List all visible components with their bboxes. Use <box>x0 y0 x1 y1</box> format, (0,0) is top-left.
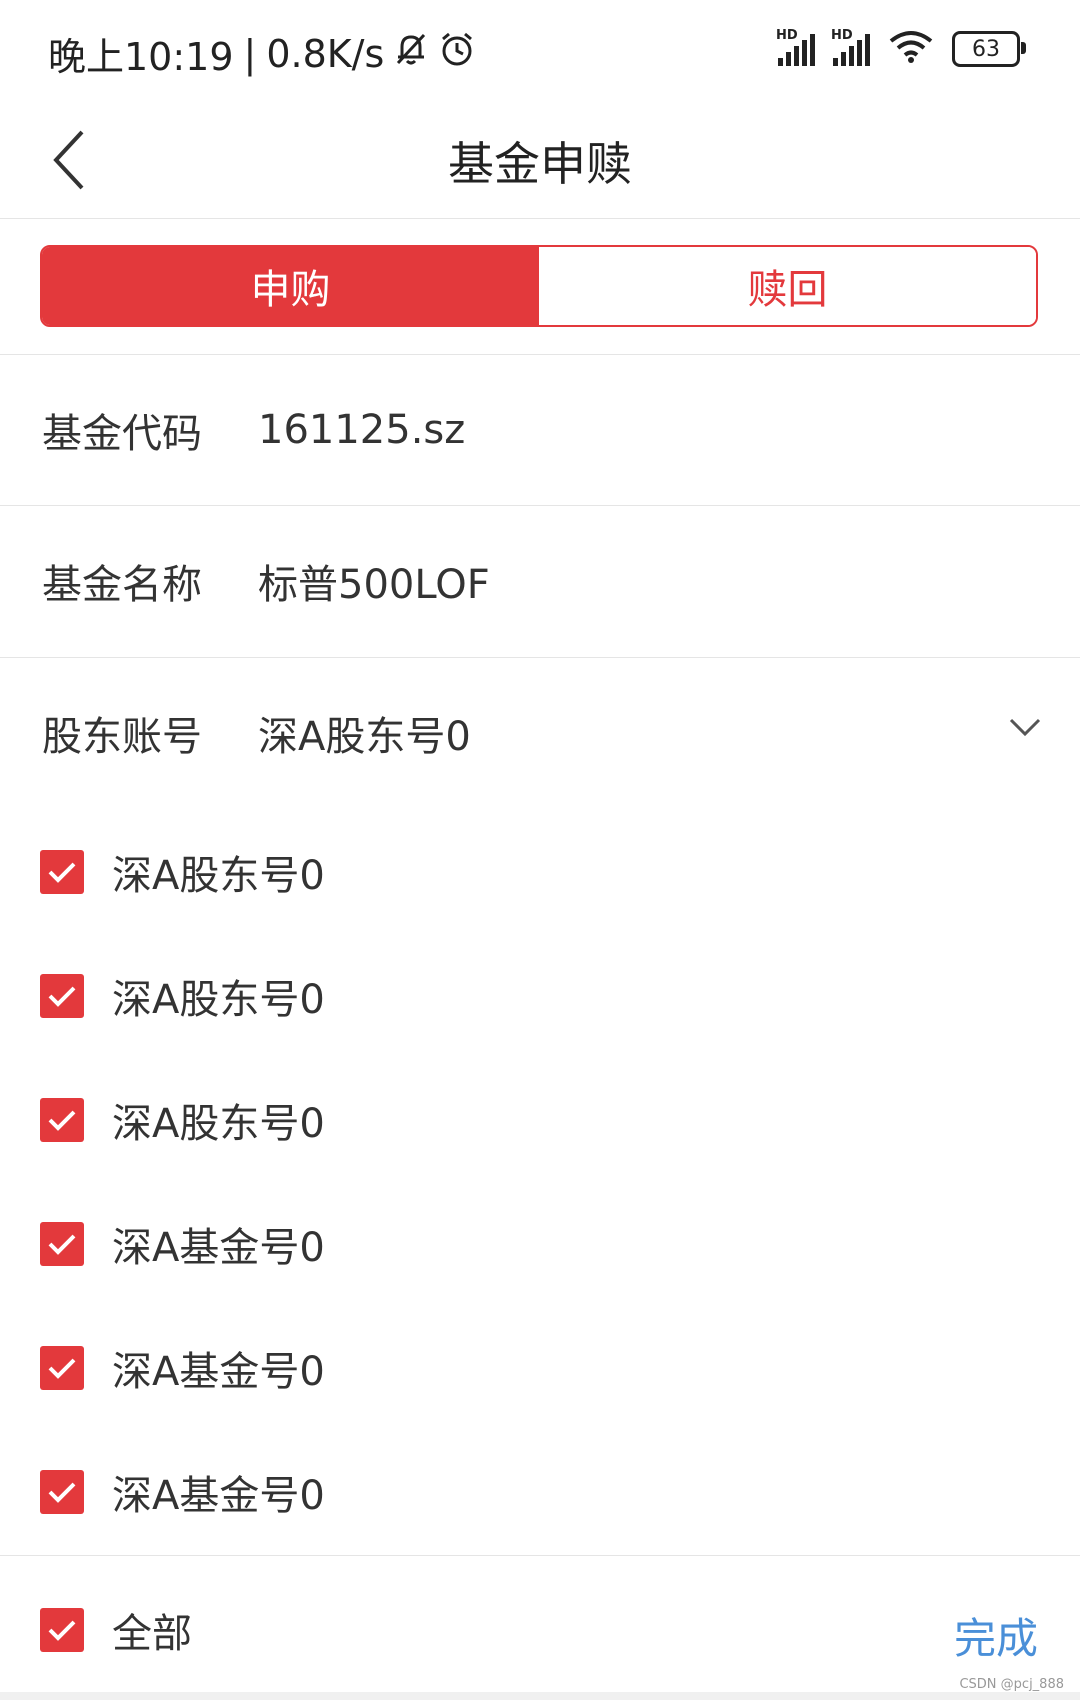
checkmark-icon <box>48 862 76 883</box>
battery-icon: 63 <box>952 31 1026 67</box>
status-bar: 晚上10:19 | 0.8K/s HD HD 63 <box>0 0 1080 100</box>
checkmark-icon <box>48 1620 76 1641</box>
fund-name-row: 基金名称 标普500LOF <box>0 506 1080 656</box>
fund-code-label: 基金代码 <box>42 411 202 457</box>
list-item[interactable]: 深A基金号0 <box>40 1462 325 1522</box>
wifi-icon <box>888 30 934 68</box>
checkbox[interactable] <box>40 850 84 894</box>
checkmark-icon <box>48 986 76 1007</box>
list-item[interactable]: 深A股东号0 <box>40 1090 325 1150</box>
signal-icon: HD <box>776 28 815 66</box>
status-separator: | <box>243 31 257 76</box>
chevron-down-icon[interactable] <box>1008 716 1042 738</box>
status-left: 晚上10:19 | 0.8K/s <box>48 26 476 81</box>
checkbox[interactable] <box>40 1470 84 1514</box>
signal-hd-label: HD <box>776 28 798 43</box>
select-all-label: 全部 <box>112 1611 192 1657</box>
tab-subscribe[interactable]: 申购 <box>42 247 539 325</box>
fund-code-row: 基金代码 161125.sz <box>0 355 1080 505</box>
checkbox[interactable] <box>40 1222 84 1266</box>
checkmark-icon <box>48 1358 76 1379</box>
select-all-checkbox[interactable] <box>40 1608 84 1652</box>
signal-hd-label: HD <box>831 28 853 43</box>
watermark: CSDN @pcj_888 <box>959 1677 1064 1692</box>
checkmark-icon <box>48 1110 76 1131</box>
list-item[interactable]: 深A股东号0 <box>40 966 325 1026</box>
checkmark-icon <box>48 1234 76 1255</box>
done-button[interactable]: 完成 <box>954 1605 1038 1666</box>
account-label: 股东账号 <box>42 714 202 760</box>
checkmark-icon <box>48 1482 76 1503</box>
fund-name-value: 标普500LOF <box>258 562 490 608</box>
checkbox[interactable] <box>40 1346 84 1390</box>
status-right: HD HD 63 <box>776 28 1026 68</box>
nav-bar: 基金申赎 <box>0 100 1080 219</box>
tab-redeem[interactable]: 赎回 <box>539 247 1036 325</box>
select-all[interactable]: 全部 <box>40 1601 192 1659</box>
list-item[interactable]: 深A基金号0 <box>40 1214 325 1274</box>
account-item-label: 深A基金号0 <box>112 1225 325 1271</box>
account-item-label: 深A股东号0 <box>112 853 325 899</box>
list-item[interactable]: 深A股东号0 <box>40 842 325 902</box>
account-item-label: 深A股东号0 <box>112 977 325 1023</box>
fund-code-value: 161125.sz <box>258 407 466 453</box>
status-time: 晚上10:19 <box>48 35 234 79</box>
segmented-control: 申购 赎回 <box>40 245 1038 327</box>
account-item-label: 深A基金号0 <box>112 1349 325 1395</box>
battery-level: 63 <box>972 36 1000 62</box>
alarm-icon <box>438 30 476 77</box>
checkbox[interactable] <box>40 974 84 1018</box>
account-item-label: 深A基金号0 <box>112 1473 325 1519</box>
list-item[interactable]: 深A基金号0 <box>40 1338 325 1398</box>
bottom-bar: 全部 完成 CSDN @pcj_888 <box>0 1555 1080 1700</box>
account-value: 深A股东号0 <box>258 714 471 760</box>
bottom-strip <box>0 1692 1080 1700</box>
checkbox[interactable] <box>40 1098 84 1142</box>
mute-bell-icon <box>394 31 428 76</box>
network-speed: 0.8K/s <box>266 31 385 76</box>
page-title: 基金申赎 <box>448 137 632 191</box>
fund-name-label: 基金名称 <box>42 562 202 608</box>
signal-icon: HD <box>831 28 870 66</box>
account-select-row[interactable]: 股东账号 深A股东号0 <box>0 658 1080 808</box>
account-item-label: 深A股东号0 <box>112 1101 325 1147</box>
